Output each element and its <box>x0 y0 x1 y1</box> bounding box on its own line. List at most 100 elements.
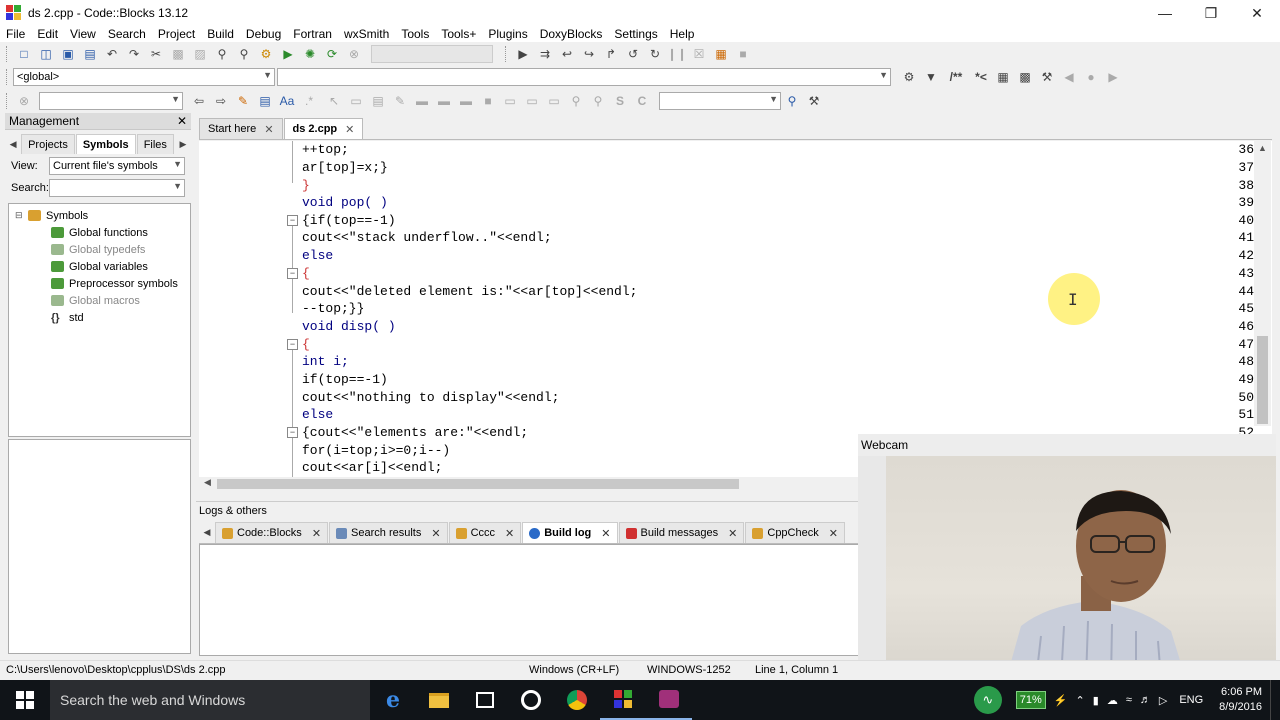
menu-wxsmith[interactable]: wxSmith <box>344 27 389 41</box>
start-button[interactable] <box>0 680 50 720</box>
wifi-icon[interactable]: ≈ <box>1126 694 1132 706</box>
debug-info-icon[interactable]: ■ <box>735 46 751 62</box>
doxy-extract-icon[interactable]: ▼ <box>923 69 939 85</box>
pause-icon[interactable]: ❙❙ <box>667 46 687 62</box>
menu-edit[interactable]: Edit <box>37 27 58 41</box>
search-prev-icon[interactable]: ⇦ <box>191 93 207 109</box>
restore-button[interactable]: ❐ <box>1188 0 1234 26</box>
scroll-thumb[interactable] <box>1257 336 1268 424</box>
tab-ds2-cpp[interactable]: ds 2.cpp ✕ <box>283 118 364 139</box>
box-2-icon[interactable]: ▭ <box>524 93 540 109</box>
match-case-icon[interactable]: Aa <box>279 93 295 109</box>
tab-cccc[interactable]: Cccc ✕ <box>448 522 522 543</box>
close-icon[interactable]: ✕ <box>829 527 838 540</box>
thread-search-icon[interactable]: ⚲ <box>784 93 800 109</box>
cloud-icon[interactable]: ☁ <box>1107 694 1118 707</box>
fold-toggle-icon[interactable]: − <box>287 215 298 226</box>
box-3-icon[interactable]: ▭ <box>546 93 562 109</box>
find-icon[interactable]: ⚲ <box>214 46 230 62</box>
align-right-icon[interactable]: ▬ <box>458 93 474 109</box>
open-file-icon[interactable]: ◫ <box>38 46 54 62</box>
file-explorer-taskbar-icon[interactable] <box>416 680 462 720</box>
build-target-combo[interactable] <box>371 45 493 63</box>
doxy-wizard-icon[interactable]: ⚙ <box>901 69 917 85</box>
menu-debug[interactable]: Debug <box>246 27 281 41</box>
scroll-thumb[interactable] <box>217 479 739 489</box>
chevron-up-icon[interactable]: ⌃ <box>1076 694 1085 707</box>
tab-scroll-left-icon[interactable]: ◀ <box>8 136 18 152</box>
tab-files[interactable]: Files <box>136 134 174 154</box>
align-center-icon[interactable]: ▬ <box>436 93 452 109</box>
step-out-icon[interactable]: ↱ <box>603 46 619 62</box>
menu-build[interactable]: Build <box>207 27 234 41</box>
tree-node-global-functions[interactable]: Global functions <box>9 224 190 241</box>
tab-codeblocks-log[interactable]: Code::Blocks ✕ <box>215 522 329 543</box>
doxy-block-comment-icon[interactable]: /** <box>945 69 967 85</box>
tab-build-log[interactable]: Build log ✕ <box>522 522 618 543</box>
undo-icon[interactable]: ↶ <box>104 46 120 62</box>
close-icon[interactable]: ✕ <box>177 114 187 128</box>
close-icon[interactable]: ✕ <box>264 123 273 136</box>
menu-project[interactable]: Project <box>158 27 195 41</box>
abort-icon[interactable]: ⊗ <box>346 46 362 62</box>
align-left-icon[interactable]: ▬ <box>414 93 430 109</box>
tab-scroll-right-icon[interactable]: ▶ <box>178 136 188 152</box>
redo-icon[interactable]: ↷ <box>126 46 142 62</box>
c-icon[interactable]: C <box>634 93 650 109</box>
doxy-line-comment-icon[interactable]: *< <box>973 69 989 85</box>
activity-monitor-icon[interactable]: ∿ <box>973 686 1002 714</box>
tree-node-preprocessor-symbols[interactable]: Preprocessor symbols <box>9 275 190 292</box>
stop-debug-icon[interactable]: ☒ <box>691 46 707 62</box>
shape-edit-icon[interactable]: ✎ <box>392 93 408 109</box>
tab-start-here[interactable]: Start here ✕ <box>199 118 283 139</box>
save-all-icon[interactable]: ▤ <box>82 46 98 62</box>
select-pointer-icon[interactable]: ↖ <box>326 93 342 109</box>
thread-search-input[interactable]: ▼ <box>659 91 781 110</box>
menu-file[interactable]: File <box>6 27 25 41</box>
language-indicator[interactable]: ENG <box>1179 694 1203 706</box>
fold-toggle-icon[interactable]: − <box>287 339 298 350</box>
tab-build-messages[interactable]: Build messages ✕ <box>618 522 745 543</box>
zoom-out-icon[interactable]: ⚲ <box>590 93 606 109</box>
store-taskbar-icon[interactable] <box>462 680 508 720</box>
paste-icon[interactable]: ▨ <box>192 46 208 62</box>
tab-search-results[interactable]: Search results ✕ <box>329 522 448 543</box>
menu-search[interactable]: Search <box>108 27 146 41</box>
close-icon[interactable]: ✕ <box>601 527 610 540</box>
symbol-search-input[interactable]: ▼ <box>49 179 185 197</box>
regex-icon[interactable]: .* <box>301 93 317 109</box>
power-plug-icon[interactable]: ⚡ <box>1054 694 1068 707</box>
tree-node-std[interactable]: {} std <box>9 309 190 326</box>
incremental-search-input[interactable]: ▼ <box>39 91 183 110</box>
build-gear-icon[interactable]: ⚙ <box>258 46 274 62</box>
rebuild-icon[interactable]: ⟳ <box>324 46 340 62</box>
taskbar-search-box[interactable]: Search the web and Windows <box>50 680 370 720</box>
scroll-up-icon[interactable]: ▲ <box>1258 143 1267 153</box>
minimize-button[interactable]: — <box>1142 0 1188 26</box>
symbol-members-list[interactable] <box>8 439 191 654</box>
tab-cppcheck[interactable]: CppCheck ✕ <box>745 522 845 543</box>
menu-help[interactable]: Help <box>670 27 695 41</box>
close-icon[interactable]: ✕ <box>728 527 737 540</box>
scroll-left-icon[interactable]: ◀ <box>204 477 211 488</box>
menu-tools[interactable]: Tools <box>401 27 429 41</box>
taskbar-clock[interactable]: 6:06 PM 8/9/2016 <box>1211 685 1270 715</box>
run-icon[interactable]: ▶ <box>280 46 296 62</box>
show-desktop-button[interactable] <box>1270 680 1280 720</box>
selected-only-icon[interactable]: ▤ <box>257 93 273 109</box>
clear-search-icon[interactable]: ⊗ <box>16 93 32 109</box>
shape-rect-icon[interactable]: ▭ <box>348 93 364 109</box>
menu-tools-plus[interactable]: Tools+ <box>441 27 476 41</box>
replace-icon[interactable]: ⚲ <box>236 46 252 62</box>
close-icon[interactable]: ✕ <box>312 527 321 540</box>
edge-taskbar-icon[interactable]: e <box>370 680 416 720</box>
menu-doxyblocks[interactable]: DoxyBlocks <box>540 27 603 41</box>
menu-plugins[interactable]: Plugins <box>488 27 527 41</box>
menu-settings[interactable]: Settings <box>614 27 657 41</box>
media-taskbar-icon[interactable] <box>508 680 554 720</box>
debug-run-icon[interactable]: ▶ <box>515 46 531 62</box>
debug-windows-icon[interactable]: ▦ <box>713 46 729 62</box>
close-icon[interactable]: ✕ <box>431 527 440 540</box>
fold-toggle-icon[interactable]: − <box>287 268 298 279</box>
codeblocks-taskbar-icon[interactable] <box>600 680 646 720</box>
